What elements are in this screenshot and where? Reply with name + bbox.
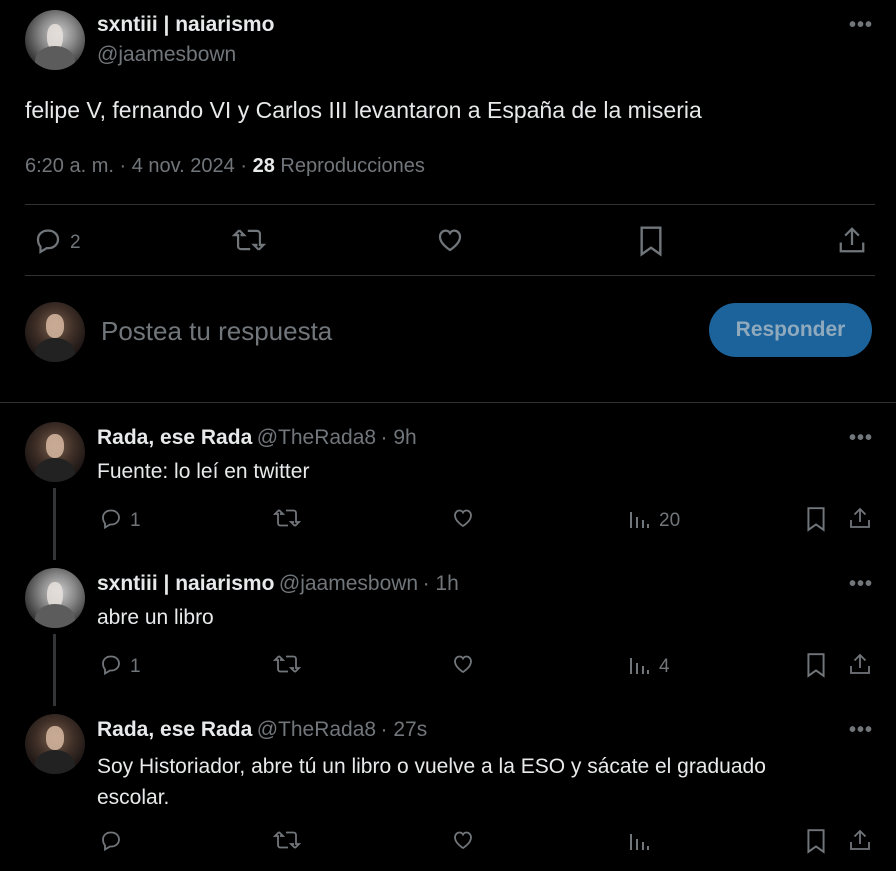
author-handle[interactable]: @jaamesbown [97, 43, 236, 67]
reply-count: 2 [70, 232, 81, 253]
reply-time[interactable]: · 9h [381, 426, 417, 449]
like-icon[interactable] [450, 652, 476, 676]
views-label: Reproducciones [280, 155, 425, 177]
reply-icon[interactable] [33, 225, 63, 255]
retweet-icon[interactable] [273, 506, 301, 530]
share-icon[interactable] [848, 651, 872, 677]
avatar[interactable] [25, 714, 85, 774]
author-handle[interactable]: @TheRada8 [257, 718, 376, 741]
post-date[interactable]: 4 nov. 2024 [132, 155, 235, 177]
reply-count: 1 [130, 656, 141, 677]
reply-time[interactable]: · 27s [381, 718, 428, 741]
reply-button[interactable]: Responder [709, 303, 872, 357]
reply-header: Rada, ese Rada @TheRada8 · 27s [97, 718, 427, 742]
reply-input[interactable]: Postea tu respuesta [101, 316, 332, 347]
views-count: 20 [659, 510, 681, 531]
avatar[interactable] [25, 302, 85, 362]
views-icon[interactable] [627, 829, 651, 853]
reply-text: abre un libro [97, 606, 214, 629]
reply-icon[interactable] [99, 506, 123, 530]
views-count: 4 [659, 656, 670, 677]
share-icon[interactable] [848, 505, 872, 531]
author-handle[interactable]: @jaamesbown [279, 572, 418, 595]
meta-separator: · [119, 155, 127, 177]
reply-text: Fuente: lo leí en twitter [97, 460, 310, 483]
more-icon[interactable]: ••• [849, 14, 873, 37]
retweet-icon[interactable] [273, 828, 301, 852]
more-icon[interactable]: ••• [849, 573, 873, 596]
author-name[interactable]: Rada, ese Rada [97, 718, 252, 741]
post-text: felipe V, fernando VI y Carlos III levan… [25, 97, 702, 123]
divider [25, 204, 875, 205]
like-icon[interactable] [450, 828, 476, 852]
avatar[interactable] [25, 422, 85, 482]
thread-line [53, 488, 56, 560]
reply-count: 1 [130, 510, 141, 531]
views-count: 28 [252, 155, 275, 177]
bookmark-icon[interactable] [805, 828, 827, 854]
reply-header: Rada, ese Rada @TheRada8 · 9h [97, 426, 417, 450]
bookmark-icon[interactable] [637, 225, 665, 257]
reply-header: sxntiii | naiarismo @jaamesbown · 1h [97, 572, 459, 596]
more-icon[interactable]: ••• [849, 719, 873, 742]
more-icon[interactable]: ••• [849, 427, 873, 450]
reply-text: Soy Historiador, abre tú un libro o vuel… [97, 755, 766, 809]
divider [0, 402, 896, 403]
author-name[interactable]: sxntiii | naiarismo [97, 572, 274, 595]
divider [25, 275, 875, 276]
author-name[interactable]: Rada, ese Rada [97, 426, 252, 449]
like-icon[interactable] [434, 225, 466, 255]
reply-icon[interactable] [99, 828, 123, 852]
views-icon[interactable] [627, 507, 651, 531]
bookmark-icon[interactable] [805, 652, 827, 678]
share-icon[interactable] [837, 224, 867, 256]
author-handle[interactable]: @TheRada8 [257, 426, 376, 449]
bookmark-icon[interactable] [805, 506, 827, 532]
like-icon[interactable] [450, 506, 476, 530]
post-time[interactable]: 6:20 a. m. [25, 155, 114, 177]
reply-time[interactable]: · 1h [423, 572, 459, 595]
views-icon[interactable] [627, 653, 651, 677]
thread-line [53, 634, 56, 706]
share-icon[interactable] [848, 827, 872, 853]
post-meta: 6:20 a. m. · 4 nov. 2024 · 28 Reproducci… [25, 155, 425, 178]
avatar[interactable] [25, 10, 85, 70]
meta-separator: · [240, 155, 248, 177]
author-name[interactable]: sxntiii | naiarismo [97, 13, 274, 37]
reply-icon[interactable] [99, 652, 123, 676]
avatar[interactable] [25, 568, 85, 628]
retweet-icon[interactable] [273, 652, 301, 676]
retweet-icon[interactable] [232, 225, 266, 255]
